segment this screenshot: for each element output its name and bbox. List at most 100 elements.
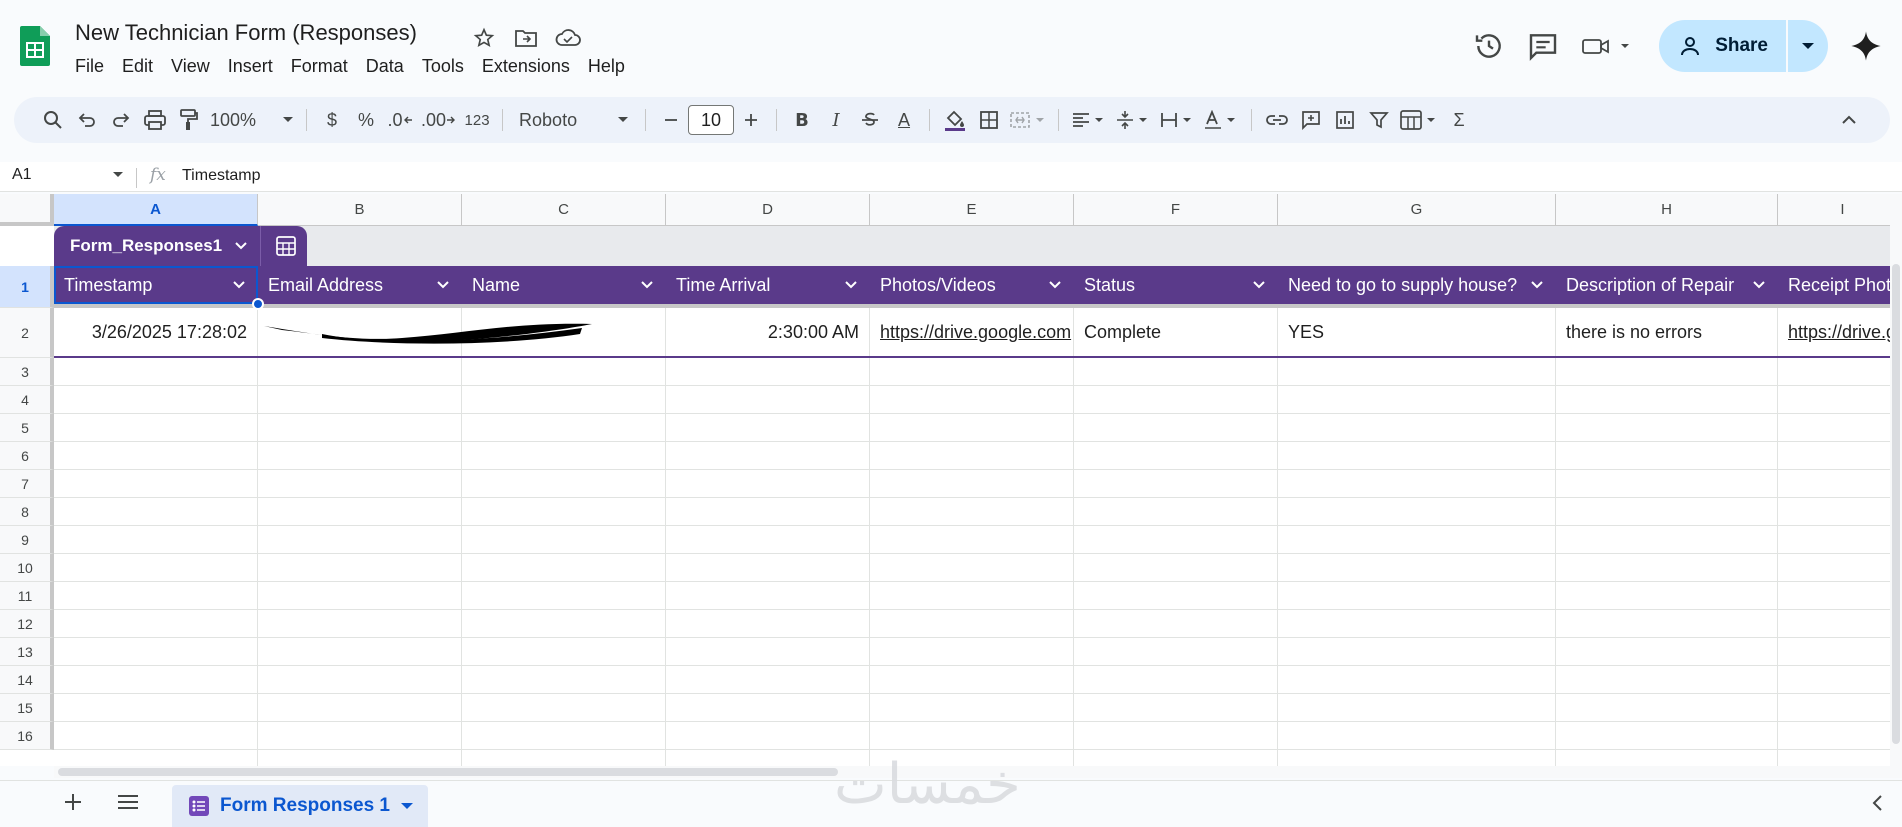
menu-format[interactable]: Format xyxy=(282,54,357,78)
comments-icon[interactable] xyxy=(1527,20,1559,72)
header-cell[interactable]: Name xyxy=(462,266,666,304)
row-header-8[interactable]: 8 xyxy=(0,498,54,526)
insert-comment-icon[interactable] xyxy=(1294,104,1328,136)
font-family-select[interactable]: Roboto xyxy=(511,104,637,136)
percent-format-button[interactable]: % xyxy=(349,104,383,136)
header-cell[interactable]: Email Address xyxy=(258,266,462,304)
strikethrough-icon[interactable] xyxy=(853,104,887,136)
text-rotation-icon[interactable] xyxy=(1199,104,1243,136)
row-header-7[interactable]: 7 xyxy=(0,470,54,498)
data-cell[interactable]: there is no errors xyxy=(1556,308,1778,356)
gemini-sparkle-icon[interactable] xyxy=(1850,20,1882,72)
all-sheets-menu-icon[interactable] xyxy=(116,791,140,818)
row-header-9[interactable]: 9 xyxy=(0,526,54,554)
menu-view[interactable]: View xyxy=(162,54,219,78)
zoom-select[interactable]: 100% xyxy=(206,104,298,136)
table-view-icon[interactable] xyxy=(1396,104,1442,136)
header-cell[interactable]: Receipt Photo xyxy=(1778,266,1902,304)
header-cell[interactable]: Time Arrival xyxy=(666,266,870,304)
column-header-c[interactable]: C xyxy=(462,194,666,226)
menu-insert[interactable]: Insert xyxy=(219,54,282,78)
row-header-11[interactable]: 11 xyxy=(0,582,54,610)
select-all-corner[interactable] xyxy=(0,194,54,226)
row-header-13[interactable]: 13 xyxy=(0,638,54,666)
header-cell[interactable]: Photos/Videos xyxy=(870,266,1074,304)
row-header-3[interactable]: 3 xyxy=(0,358,54,386)
row-header-2[interactable]: 2 xyxy=(0,308,54,358)
row-header-1[interactable]: 1 xyxy=(0,266,54,308)
column-filter-chevron-icon[interactable] xyxy=(1752,280,1766,290)
column-header-h[interactable]: H xyxy=(1556,194,1778,226)
version-history-icon[interactable] xyxy=(1473,20,1505,72)
undo-icon[interactable] xyxy=(70,104,104,136)
header-cell[interactable]: Need to go to supply house? xyxy=(1278,266,1556,304)
italic-button[interactable]: I xyxy=(819,104,853,136)
meet-video-icon[interactable] xyxy=(1581,20,1637,72)
vertical-align-icon[interactable] xyxy=(1111,104,1155,136)
table-calculator-icon[interactable] xyxy=(260,226,297,266)
move-folder-icon[interactable] xyxy=(512,24,540,52)
collapse-toolbar-icon[interactable] xyxy=(1832,104,1866,136)
menu-help[interactable]: Help xyxy=(579,54,634,78)
share-button[interactable]: Share xyxy=(1659,20,1828,72)
spreadsheet-grid[interactable]: ABCDEFGHI Form_Responses1 1 2 3 4 5 6 7 8 9 10 11 1… xyxy=(0,194,1902,766)
horizontal-align-icon[interactable] xyxy=(1067,104,1111,136)
column-filter-chevron-icon[interactable] xyxy=(436,280,450,290)
text-color-button[interactable]: A xyxy=(887,104,921,136)
row-header-10[interactable]: 10 xyxy=(0,554,54,582)
column-header-a[interactable]: A xyxy=(54,194,258,226)
document-title[interactable]: New Technician Form (Responses) xyxy=(75,20,417,46)
column-filter-chevron-icon[interactable] xyxy=(1252,280,1266,290)
row-header-14[interactable]: 14 xyxy=(0,666,54,694)
row-header-5[interactable]: 5 xyxy=(0,414,54,442)
filter-icon[interactable] xyxy=(1362,104,1396,136)
sheet-tab-active[interactable]: Form Responses 1 xyxy=(172,785,428,827)
data-cell[interactable]: 3/26/2025 17:28:02 xyxy=(54,308,258,356)
menu-tools[interactable]: Tools xyxy=(413,54,473,78)
row-header-12[interactable]: 12 xyxy=(0,610,54,638)
functions-button[interactable]: Σ xyxy=(1442,104,1476,136)
row-header-15[interactable]: 15 xyxy=(0,694,54,722)
bold-button[interactable]: B xyxy=(785,104,819,136)
increase-font-size-icon[interactable] xyxy=(734,104,768,136)
data-cell[interactable]: https://drive.g xyxy=(1778,308,1902,356)
menu-extensions[interactable]: Extensions xyxy=(473,54,579,78)
fill-handle[interactable] xyxy=(252,298,264,310)
increase-decimal-button[interactable]: .00 xyxy=(417,104,460,136)
paint-format-icon[interactable] xyxy=(172,104,206,136)
header-cell[interactable]: Status xyxy=(1074,266,1278,304)
column-filter-chevron-icon[interactable] xyxy=(640,280,654,290)
add-sheet-icon[interactable] xyxy=(62,791,84,818)
name-box[interactable]: A1 xyxy=(12,166,124,184)
column-header-i[interactable]: I xyxy=(1778,194,1902,226)
insert-chart-icon[interactable] xyxy=(1328,104,1362,136)
row-header-16[interactable]: 16 xyxy=(0,722,54,750)
search-menus-icon[interactable] xyxy=(36,104,70,136)
menu-data[interactable]: Data xyxy=(357,54,413,78)
data-cell[interactable]: 2:30:00 AM xyxy=(666,308,870,356)
menu-file[interactable]: File xyxy=(75,54,113,78)
print-icon[interactable] xyxy=(138,104,172,136)
data-cell[interactable]: https://drive.google.com xyxy=(870,308,1074,356)
decrease-font-size-icon[interactable] xyxy=(654,104,688,136)
menu-edit[interactable]: Edit xyxy=(113,54,162,78)
data-cell[interactable]: YES xyxy=(1278,308,1556,356)
formula-input[interactable]: Timestamp xyxy=(182,167,261,185)
fill-color-icon[interactable] xyxy=(938,104,972,136)
column-filter-chevron-icon[interactable] xyxy=(1048,280,1062,290)
column-header-d[interactable]: D xyxy=(666,194,870,226)
share-dropdown-icon[interactable] xyxy=(1788,20,1828,72)
decrease-decimal-button[interactable]: .0 xyxy=(383,104,417,136)
data-cell[interactable]: Complete xyxy=(1074,308,1278,356)
sheets-logo-icon[interactable] xyxy=(20,26,50,70)
cloud-saved-icon[interactable] xyxy=(554,24,582,52)
text-wrapping-icon[interactable] xyxy=(1155,104,1199,136)
column-header-e[interactable]: E xyxy=(870,194,1074,226)
column-filter-chevron-icon[interactable] xyxy=(844,280,858,290)
column-header-g[interactable]: G xyxy=(1278,194,1556,226)
vertical-scrollbar[interactable] xyxy=(1890,194,1902,766)
currency-format-button[interactable]: $ xyxy=(315,104,349,136)
column-filter-chevron-icon[interactable] xyxy=(1530,280,1544,290)
merge-cells-icon[interactable] xyxy=(1006,104,1050,136)
more-formats-button[interactable]: 123 xyxy=(460,104,494,136)
